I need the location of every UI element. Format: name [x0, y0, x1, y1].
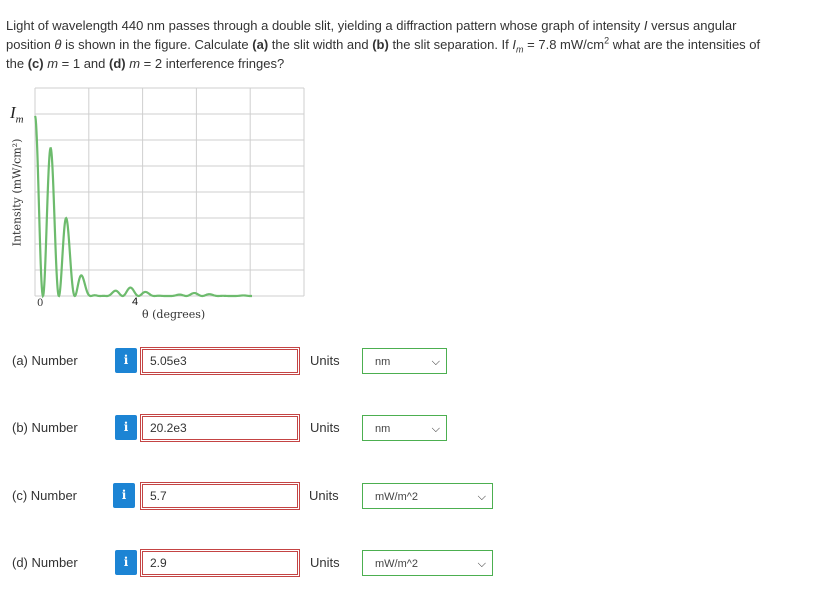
- units-label: Units: [310, 353, 340, 368]
- part-b-units-select[interactable]: nm ⌵: [362, 415, 447, 441]
- units-label: Units: [309, 488, 339, 503]
- units-label: Units: [310, 555, 340, 570]
- answer-row-a: (a) Number i 5.05e3 Units nm ⌵: [0, 347, 827, 377]
- part-d-units-select[interactable]: mW/m^2 ⌵: [362, 550, 493, 576]
- info-icon[interactable]: i: [115, 415, 137, 440]
- x-axis-label: θ (degrees): [142, 308, 206, 321]
- chevron-down-icon: ⌵: [477, 491, 486, 503]
- intensity-graph: [33, 87, 305, 299]
- info-icon[interactable]: i: [115, 348, 137, 373]
- intensity-curve: [33, 115, 252, 299]
- part-c-label: (c) Number: [12, 488, 78, 503]
- part-a-units-select[interactable]: nm ⌵: [362, 348, 447, 374]
- answer-row-d: (d) Number i 2.9 Units mW/m^2 ⌵: [0, 549, 827, 579]
- part-d-label: (d) Number: [12, 555, 78, 570]
- info-icon[interactable]: i: [115, 550, 137, 575]
- chevron-down-icon: ⌵: [431, 356, 440, 368]
- graph-grid: [34, 87, 305, 297]
- part-d-number-input[interactable]: 2.9: [140, 549, 300, 577]
- y-axis-label: Intensity (mW/cm²): [10, 138, 24, 247]
- im-axis-label: Im: [10, 103, 24, 126]
- part-c-units-select[interactable]: mW/m^2 ⌵: [362, 483, 493, 509]
- chevron-down-icon: ⌵: [431, 423, 440, 435]
- part-b-label: (b) Number: [12, 420, 78, 435]
- part-c-number-input[interactable]: 5.7: [140, 482, 300, 510]
- part-a-label: (a) Number: [12, 353, 78, 368]
- chevron-down-icon: ⌵: [477, 558, 486, 570]
- answer-row-b: (b) Number i 20.2e3 Units nm ⌵: [0, 414, 827, 444]
- answer-row-c: (c) Number i 5.7 Units mW/m^2 ⌵: [0, 482, 827, 512]
- part-b-number-input[interactable]: 20.2e3: [140, 414, 300, 442]
- units-label: Units: [310, 420, 340, 435]
- part-a-number-input[interactable]: 5.05e3: [140, 347, 300, 375]
- info-icon[interactable]: i: [113, 483, 135, 508]
- question-text: Light of wavelength 440 nm passes throug…: [6, 18, 761, 71]
